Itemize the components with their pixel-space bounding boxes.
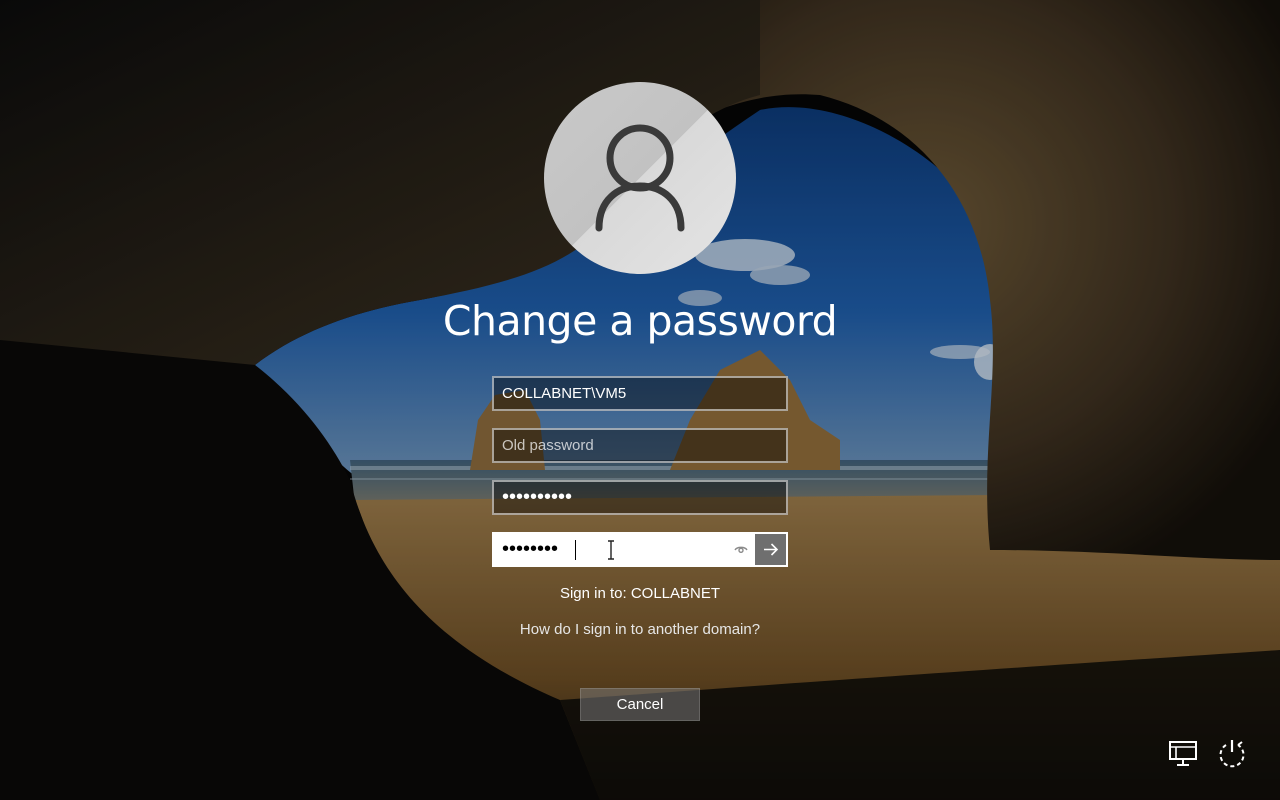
arrow-right-icon — [764, 543, 779, 556]
power-icon — [1219, 740, 1245, 768]
page-title: Change a password — [442, 297, 838, 345]
user-avatar — [544, 82, 736, 274]
text-caret — [575, 540, 576, 560]
power-button[interactable] — [1214, 737, 1250, 771]
eye-icon — [734, 546, 748, 554]
sign-in-domain-label: Sign in to: COLLABNET — [559, 585, 721, 602]
cancel-button[interactable]: Cancel — [580, 688, 700, 721]
submit-button[interactable] — [755, 534, 786, 565]
network-button[interactable] — [1166, 738, 1202, 770]
user-silhouette-icon — [595, 124, 685, 232]
reveal-password-button[interactable] — [730, 538, 752, 560]
username-field[interactable] — [492, 376, 788, 411]
other-domain-link[interactable]: How do I sign in to another domain? — [390, 621, 890, 638]
lock-screen: Change a password Sign in to: COLLABNET … — [0, 0, 1280, 800]
ibeam-cursor-icon — [608, 540, 614, 560]
confirm-password-container — [492, 532, 788, 567]
new-password-field[interactable] — [492, 480, 788, 515]
old-password-field[interactable] — [492, 428, 788, 463]
network-icon — [1169, 741, 1197, 766]
